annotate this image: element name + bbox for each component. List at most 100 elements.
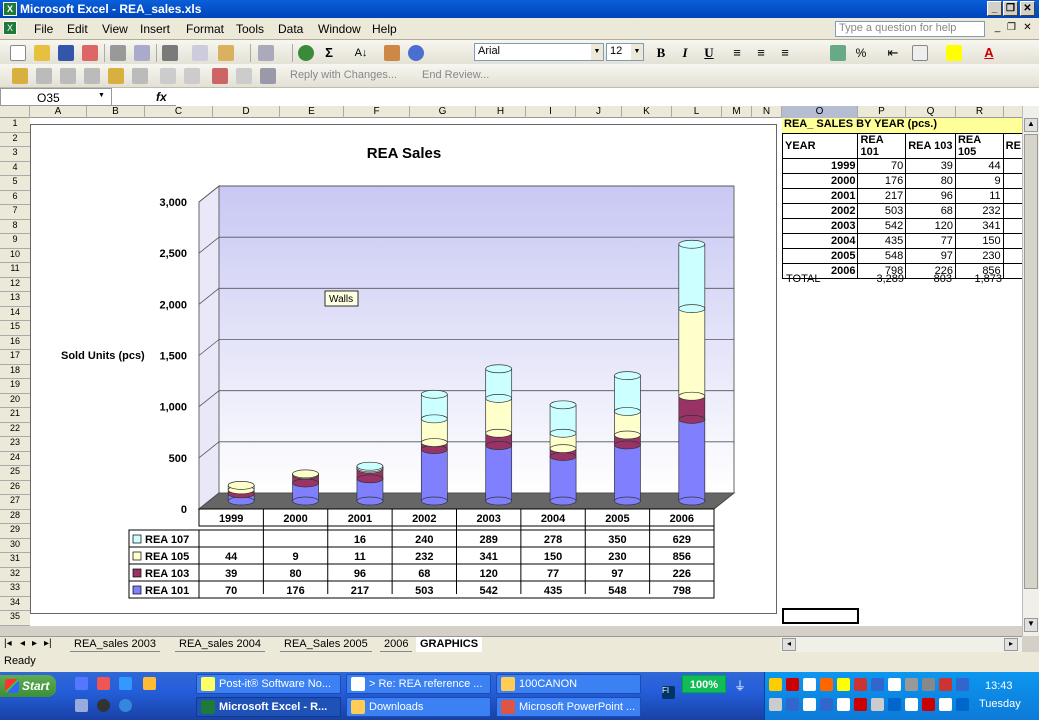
value-cell[interactable]: 77 <box>905 233 956 249</box>
tray-icon[interactable] <box>820 698 833 711</box>
bar-segment[interactable] <box>485 368 513 399</box>
italic-button[interactable]: I <box>676 44 694 62</box>
folder-icon[interactable] <box>12 68 28 84</box>
tray-icon[interactable] <box>854 678 867 691</box>
rea103-header[interactable]: REA 103 <box>905 133 956 159</box>
tray-icon[interactable] <box>871 678 884 691</box>
open-icon[interactable] <box>34 45 50 61</box>
column-header[interactable]: E <box>280 106 344 118</box>
close-button[interactable]: ✕ <box>1020 1 1035 16</box>
tray-icon[interactable] <box>786 698 799 711</box>
task-postit[interactable]: Post-it® Software No... <box>196 674 341 694</box>
help-search-input[interactable]: Type a question for help <box>835 21 985 37</box>
menu-data[interactable]: Data <box>278 22 303 36</box>
value-cell[interactable]: 9 <box>954 173 1004 189</box>
bar-stack[interactable] <box>678 239 706 506</box>
total-rea103[interactable]: 803 <box>930 273 952 285</box>
help-icon[interactable] <box>408 45 424 61</box>
column-header[interactable]: Q <box>906 106 956 118</box>
tray-icon[interactable] <box>854 698 867 711</box>
row-header[interactable]: 6 <box>0 191 30 205</box>
menu-help[interactable]: Help <box>372 22 397 36</box>
rea101-header[interactable]: REA 101 <box>857 133 907 159</box>
zoom-indicator[interactable]: 100% <box>682 675 726 693</box>
rea105-header[interactable]: REA 105 <box>954 133 1004 159</box>
bar-segment[interactable] <box>485 398 513 434</box>
value-cell[interactable]: 150 <box>954 233 1004 249</box>
value-cell[interactable] <box>1002 188 1025 204</box>
tray-icon[interactable] <box>803 698 816 711</box>
delete-ink-icon[interactable] <box>184 68 200 84</box>
value-cell[interactable]: 217 <box>857 188 907 204</box>
borders-icon[interactable] <box>912 45 928 61</box>
permission-icon[interactable] <box>82 45 98 61</box>
value-cell[interactable]: 11 <box>954 188 1004 204</box>
chart-title[interactable]: REA Sales <box>367 145 441 162</box>
column-header[interactable]: C <box>145 106 213 118</box>
bar-stack[interactable] <box>227 480 255 506</box>
row-header[interactable]: 4 <box>0 162 30 176</box>
bar-stack[interactable] <box>485 364 513 506</box>
tray-icon[interactable] <box>888 698 901 711</box>
column-header[interactable]: M <box>722 106 752 118</box>
tab-rea-sales-2005[interactable]: REA_Sales 2005 <box>280 637 372 652</box>
tray-icon[interactable] <box>939 678 952 691</box>
fill-color-icon[interactable] <box>946 45 962 61</box>
value-cell[interactable]: 68 <box>905 203 956 219</box>
row-header[interactable]: 11 <box>0 263 30 278</box>
next-comment-icon[interactable] <box>108 68 124 84</box>
decrease-indent-icon[interactable]: ⇤ <box>884 44 902 62</box>
year-cell[interactable]: 2002 <box>781 203 859 219</box>
column-header[interactable]: P <box>858 106 906 118</box>
tray-icon[interactable] <box>956 678 969 691</box>
tab-rea-sales-2003[interactable]: REA_sales 2003 <box>70 637 160 652</box>
row-header[interactable]: 1 <box>0 118 30 133</box>
track-changes-icon[interactable] <box>212 68 228 84</box>
value-cell[interactable]: 96 <box>905 188 956 204</box>
bar-stack[interactable] <box>549 400 577 506</box>
menu-format[interactable]: Format <box>186 22 224 36</box>
total-rea101[interactable]: 3,289 <box>874 273 904 285</box>
print-preview-icon[interactable] <box>134 45 150 61</box>
row-header[interactable]: 34 <box>0 597 30 611</box>
row-header[interactable]: 26 <box>0 481 30 495</box>
quicklaunch-icon[interactable] <box>119 699 132 712</box>
column-header[interactable]: R <box>956 106 1004 118</box>
row-header[interactable]: 7 <box>0 205 30 220</box>
menu-view[interactable]: View <box>102 22 128 36</box>
vertical-scroll-thumb[interactable] <box>1024 134 1038 589</box>
value-cell[interactable]: 503 <box>857 203 907 219</box>
column-header[interactable]: D <box>213 106 280 118</box>
value-cell[interactable]: 548 <box>857 248 907 264</box>
bar-segment[interactable] <box>614 375 641 412</box>
horizontal-scrollbar[interactable]: ◂ ▸ <box>780 636 1022 652</box>
task-100canon[interactable]: 100CANON <box>496 674 641 694</box>
tray-icon[interactable] <box>803 678 816 691</box>
doc-restore-button[interactable]: ❐ <box>1004 21 1019 36</box>
currency-icon[interactable] <box>830 45 846 61</box>
bar-segment[interactable] <box>678 418 706 502</box>
row-header[interactable]: 23 <box>0 437 30 452</box>
tab-last-icon[interactable]: ▸| <box>44 638 52 649</box>
language-icon[interactable]: FI <box>662 686 675 699</box>
value-cell[interactable]: 230 <box>954 248 1004 264</box>
row-header[interactable]: 16 <box>0 336 30 350</box>
tray-icon[interactable] <box>888 678 901 691</box>
vertical-scrollbar[interactable]: ▲ ▼ <box>1022 106 1039 636</box>
year-cell[interactable]: 2005 <box>781 248 859 264</box>
column-header[interactable]: N <box>752 106 782 118</box>
paste-icon[interactable] <box>218 45 234 61</box>
font-name-select[interactable]: Arial ▼ <box>474 43 604 61</box>
value-cell[interactable]: 341 <box>954 218 1004 234</box>
column-header[interactable]: G <box>410 106 476 118</box>
save-icon[interactable] <box>58 45 74 61</box>
scroll-up-icon[interactable]: ▲ <box>1024 118 1038 132</box>
function-icon[interactable]: fx <box>156 90 167 104</box>
font-size-select[interactable]: 12 ▼ <box>606 43 644 61</box>
value-cell[interactable]: 176 <box>857 173 907 189</box>
row-header[interactable]: 15 <box>0 321 30 336</box>
excel-app-icon[interactable]: X <box>3 2 17 16</box>
quicklaunch-icon[interactable] <box>75 677 88 690</box>
power-plug-icon[interactable]: ⏚ <box>734 677 746 694</box>
row-header[interactable]: 30 <box>0 539 30 553</box>
